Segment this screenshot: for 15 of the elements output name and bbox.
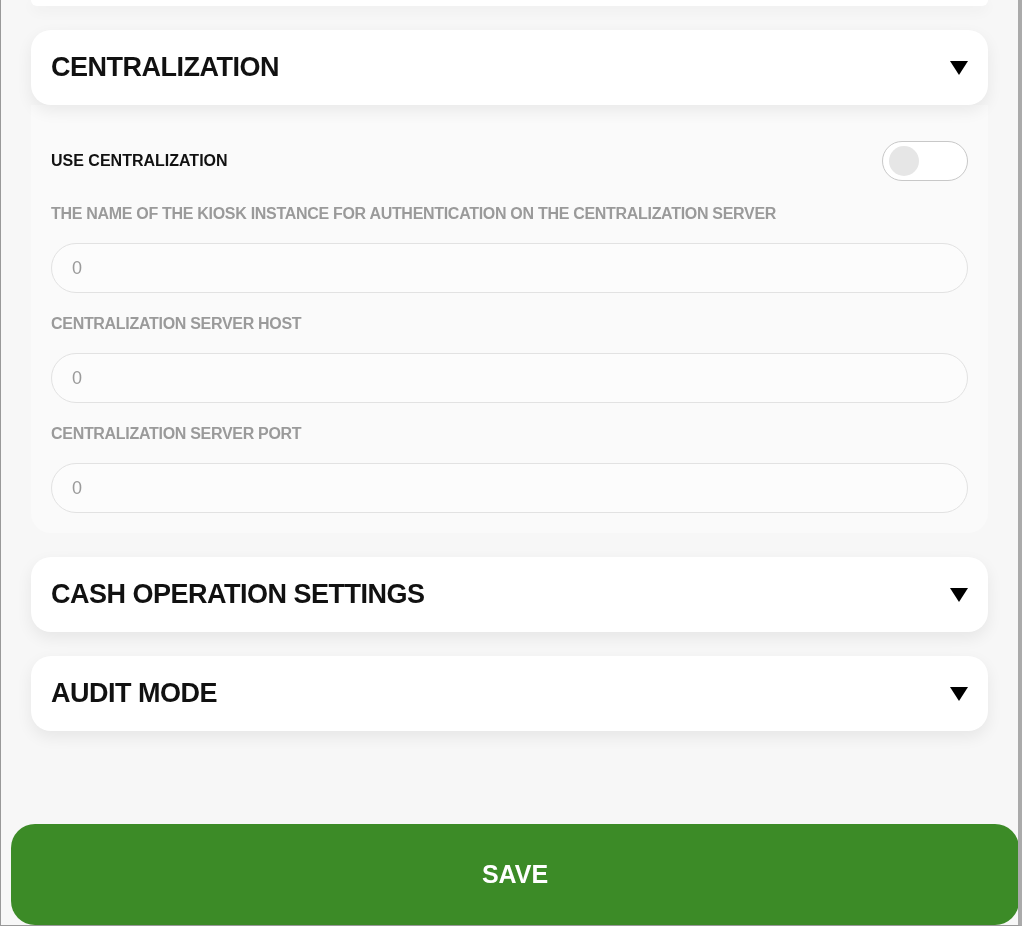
section-header[interactable]: AUDIT MODE: [31, 656, 988, 731]
caret-down-icon: [950, 686, 968, 701]
toggle-switch[interactable]: [882, 141, 968, 181]
section-title: CASH OPERATION SETTINGS: [51, 579, 425, 610]
field-label: CENTRALIZATION SERVER PORT: [51, 425, 303, 443]
section-header[interactable]: CASH OPERATION SETTINGS: [31, 557, 988, 632]
save-button[interactable]: SAVE: [11, 824, 1018, 925]
field-label: CENTRALIZATION SERVER HOST: [51, 315, 303, 333]
section-header[interactable]: CENTRALIZATION: [31, 30, 988, 105]
caret-down-icon: [950, 587, 968, 602]
section-title: AUDIT MODE: [51, 678, 217, 709]
caret-down-icon: [950, 60, 968, 75]
toggle-label: USE CENTRALIZATION: [51, 152, 228, 170]
field-label: THE NAME OF THE KIOSK INSTANCE FOR AUTHENTICATION ON THE CENTRALIZATION SERVER: [51, 205, 778, 223]
section-title: CENTRALIZATION: [51, 52, 279, 83]
